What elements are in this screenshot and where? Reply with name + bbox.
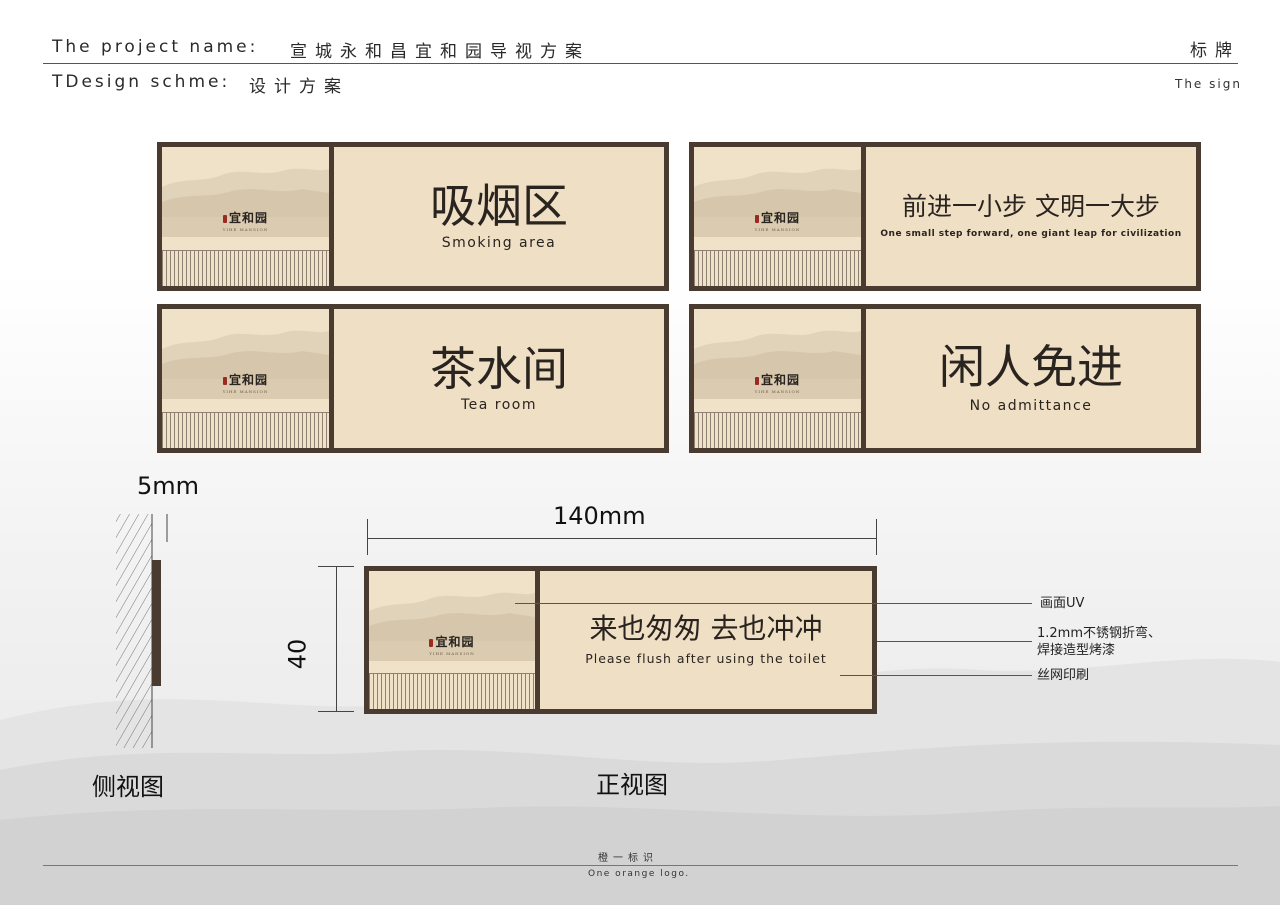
stripe-pattern [369, 673, 535, 709]
width-dimension-line [367, 538, 876, 539]
stripe-pattern [694, 250, 861, 286]
sign-text-panel: 吸烟区 Smoking area [334, 147, 664, 286]
design-scheme-label: TDesign schme: [52, 72, 231, 92]
sign-title-en: One small step forward, one giant leap f… [880, 229, 1182, 239]
category-zh: 标牌 [1190, 41, 1240, 61]
brand-logo: 宜和园 YIHE MANSION [754, 211, 801, 232]
stripe-pattern [162, 412, 329, 448]
sign-text-panel: 来也匆匆 去也冲冲 Please flush after using the t… [540, 571, 872, 709]
side-view-title: 侧视图 [92, 773, 164, 801]
seal-icon [222, 214, 227, 223]
sign-civilization: 宜和园 YIHE MANSION 前进一小步 文明一大步 One small s… [689, 142, 1201, 291]
seal-icon [754, 214, 759, 223]
callout-steel-line2: 焊接造型烤漆 [1037, 643, 1116, 658]
brand-logo: 宜和园 YIHE MANSION [222, 373, 269, 394]
callout-line-uv [515, 603, 1032, 604]
sign-art-panel: 宜和园 YIHE MANSION [694, 147, 866, 286]
callout-print: 丝网印刷 [1037, 668, 1090, 683]
height-dimension-line [336, 566, 337, 712]
sign-title-zh: 来也匆匆 去也冲冲 [589, 611, 823, 645]
sign-tea-room: 宜和园 YIHE MANSION 茶水间 Tea room [157, 304, 669, 453]
sign-text-panel: 前进一小步 文明一大步 One small step forward, one … [866, 147, 1196, 286]
stripe-pattern [694, 412, 861, 448]
project-name-label: The project name: [52, 37, 259, 57]
category-en: The sign [1175, 77, 1242, 91]
width-tick-right [876, 519, 877, 555]
front-view-sign: 宜和园 YIHE MANSION 来也匆匆 去也冲冲 Please flush … [364, 566, 877, 714]
brand-logo: 宜和园 YIHE MANSION [222, 211, 269, 232]
sign-art-panel: 宜和园 YIHE MANSION [694, 309, 866, 448]
seal-icon [429, 638, 434, 647]
thickness-dimension: 5mm [137, 472, 200, 500]
sign-title-en: Please flush after using the toilet [585, 650, 827, 666]
sign-text-panel: 闲人免进 No admittance [866, 309, 1196, 448]
sign-title-zh: 吸烟区 [430, 179, 568, 233]
design-scheme-value: 设计方案 [249, 77, 349, 97]
brand-logo: 宜和园 YIHE MANSION [429, 635, 475, 656]
callout-uv: 画面UV [1040, 596, 1085, 611]
footer-brand-zh: 橙一标识 [598, 853, 658, 864]
header-divider [43, 63, 1238, 64]
footer-divider [43, 865, 1238, 866]
sign-art-panel: 宜和园 YIHE MANSION [369, 571, 540, 709]
sign-title-en: Smoking area [441, 235, 557, 251]
width-tick-left [367, 519, 368, 555]
width-dimension: 140mm [553, 502, 646, 530]
sign-title-zh: 前进一小步 文明一大步 [902, 192, 1160, 221]
sign-title-zh: 茶水间 [430, 341, 568, 396]
seal-icon [222, 376, 227, 385]
height-dimension: 40 [283, 638, 312, 670]
seal-icon [754, 376, 759, 385]
brand-logo: 宜和园 YIHE MANSION [754, 373, 801, 394]
sign-art-panel: 宜和园 YIHE MANSION [162, 147, 334, 286]
footer-brand-en: One orange logo. [588, 869, 690, 879]
sign-title-en: No admittance [969, 398, 1093, 414]
sign-smoking-area: 宜和园 YIHE MANSION 吸烟区 Smoking area [157, 142, 669, 291]
callout-steel-line1: 1.2mm不锈钢折弯、 [1037, 626, 1162, 641]
callout-line-steel [877, 641, 1032, 642]
callout-line-print [840, 675, 1032, 676]
sign-text-panel: 茶水间 Tea room [334, 309, 664, 448]
side-view-drawing [116, 514, 168, 748]
sign-title-zh: 闲人免进 [939, 340, 1123, 394]
sign-art-panel: 宜和园 YIHE MANSION [162, 309, 334, 448]
front-view-title: 正视图 [596, 771, 668, 799]
height-tick-bottom [318, 711, 354, 712]
sign-title-en: Tea room [460, 396, 538, 413]
sign-no-admittance: 宜和园 YIHE MANSION 闲人免进 No admittance [689, 304, 1201, 453]
height-tick-top [318, 566, 354, 567]
stripe-pattern [162, 250, 329, 286]
project-name-value: 宣城永和昌宜和园导视方案 [290, 42, 590, 62]
